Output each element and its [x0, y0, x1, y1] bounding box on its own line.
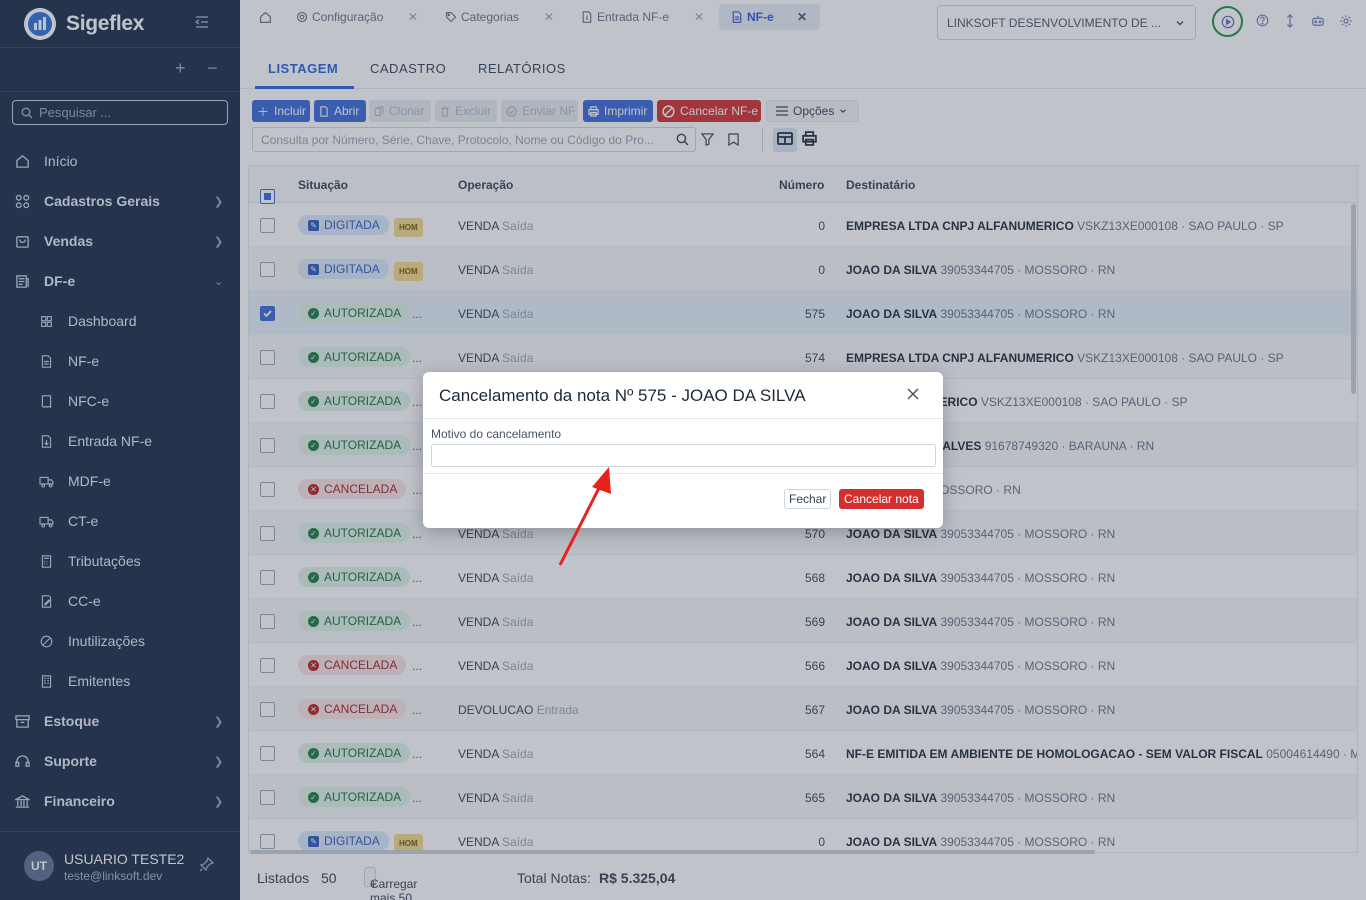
reason-input[interactable]: [431, 444, 936, 467]
divider: [423, 418, 943, 419]
cancel-note-dialog: Cancelamento da nota Nº 575 - JOAO DA SI…: [423, 372, 943, 528]
confirm-cancel-button[interactable]: Cancelar nota: [839, 489, 924, 509]
divider: [423, 473, 943, 474]
dialog-title: Cancelamento da nota Nº 575 - JOAO DA SI…: [439, 386, 806, 405]
reason-label: Motivo do cancelamento: [431, 427, 562, 441]
close-icon[interactable]: [906, 387, 920, 404]
close-button[interactable]: Fechar: [784, 489, 832, 509]
